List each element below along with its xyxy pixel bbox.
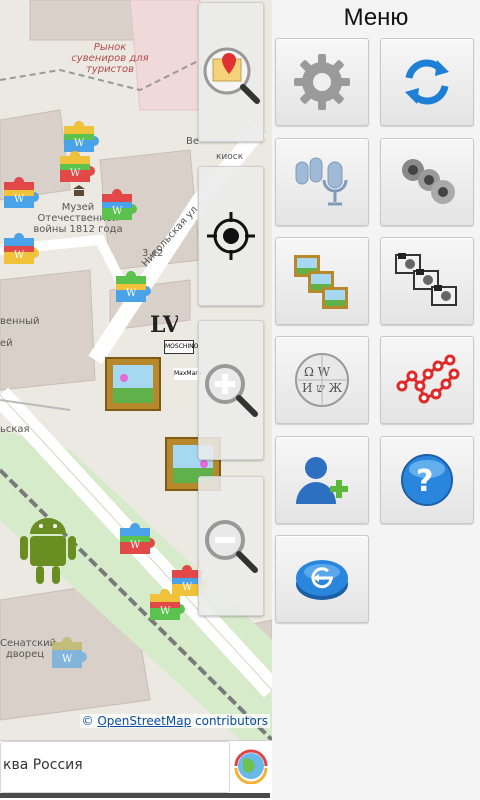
search-globe-button[interactable] (232, 743, 270, 789)
svg-text:W: W (14, 194, 25, 205)
copyright-symbol: © (81, 714, 94, 728)
gallery-button[interactable] (275, 237, 369, 325)
photos-button[interactable] (380, 237, 474, 325)
svg-text:?: ? (416, 464, 433, 499)
svg-text:W: W (112, 206, 123, 217)
my-location-button[interactable] (198, 166, 264, 306)
market-label: Рынок сувениров для туристов (71, 42, 149, 75)
wikipedia-button[interactable]: Ω W И ש Ж (275, 336, 369, 424)
speakers-icon (402, 159, 455, 204)
android-icon[interactable] (18, 512, 78, 588)
svg-text:W: W (160, 606, 171, 617)
svg-text:LV: LV (150, 312, 178, 338)
svg-text:Ω W: Ω W (304, 365, 331, 379)
map-pin-magnifier-icon (203, 47, 260, 104)
wikipedia-puzzle-icon[interactable]: W (116, 518, 156, 554)
menu-panel: Меню Ω W И ש Ж ? (272, 0, 480, 800)
zoom-out-button[interactable] (198, 476, 264, 616)
wikipedia-puzzle-icon[interactable]: W (56, 146, 96, 182)
search-input[interactable]: ква Россия (0, 741, 230, 793)
zoom-out-icon (205, 520, 258, 573)
search-underline (0, 793, 270, 798)
network-button[interactable] (380, 336, 474, 424)
wikipedia-globe-icon: Ω W И ש Ж (295, 353, 349, 407)
attribution-suffix: contributors (195, 714, 268, 728)
gear-icon (294, 54, 350, 110)
kiosk-label: киоск (216, 152, 244, 162)
photo-stack-icon (395, 253, 457, 306)
exit-button[interactable] (275, 535, 369, 623)
moschino-sign[interactable]: MOSCHINO (164, 340, 198, 354)
exit-icon (296, 560, 348, 600)
fragment-label-3: ьская (0, 424, 30, 435)
fragment-label-1: венный (0, 316, 40, 327)
add-user-icon (296, 457, 348, 504)
wikipedia-puzzle-icon[interactable]: W (98, 184, 138, 220)
add-user-button[interactable] (275, 436, 369, 524)
zoom-in-button[interactable] (198, 320, 264, 460)
svg-text:W: W (130, 540, 141, 551)
zoom-in-icon (205, 364, 258, 417)
wikipedia-puzzle-icon[interactable]: W (0, 228, 40, 264)
crosshair-icon (207, 212, 255, 260)
map-view[interactable]: Рынок сувениров для туристов Музей Отече… (0, 0, 272, 740)
refresh-icon (405, 59, 449, 105)
svg-text:W: W (126, 288, 137, 299)
help-button[interactable]: ? (380, 436, 474, 524)
microphone-icon (295, 157, 348, 206)
svg-text:W: W (62, 654, 73, 665)
globe-icon (234, 749, 268, 784)
osm-link[interactable]: OpenStreetMap (97, 714, 191, 728)
map-attribution: © OpenStreetMap contributors (79, 714, 270, 728)
museum-icon (73, 185, 85, 196)
louis-vuitton-logo-icon[interactable]: LV (148, 308, 178, 338)
wikipedia-puzzle-icon[interactable]: W (48, 632, 88, 668)
voice-button[interactable] (275, 138, 369, 226)
wikipedia-puzzle-icon[interactable]: W (112, 266, 152, 302)
wikipedia-puzzle-icon[interactable]: W (0, 172, 40, 208)
network-dots-icon (396, 354, 460, 404)
fragment-label-2: ей (0, 338, 13, 349)
sound-button[interactable] (380, 138, 474, 226)
svg-text:W: W (70, 168, 81, 179)
help-icon: ? (401, 454, 453, 506)
menu-title: Меню (343, 4, 409, 31)
svg-text:W: W (14, 250, 25, 261)
palace-label: Сенатский дворец (0, 638, 57, 660)
maxmara-sign[interactable]: MaxMara (174, 368, 201, 380)
refresh-button[interactable] (380, 38, 474, 126)
pictures-icon (294, 255, 348, 309)
picture-frame-icon[interactable] (104, 356, 162, 414)
wikipedia-puzzle-icon[interactable]: W (146, 584, 186, 620)
search-bar: ква Россия (0, 740, 272, 800)
map-layers-button[interactable] (198, 2, 264, 142)
app-screen: Рынок сувениров для туристов Музей Отече… (0, 0, 480, 800)
settings-button[interactable] (275, 38, 369, 126)
house-number-label: 3 с2 (142, 248, 164, 259)
